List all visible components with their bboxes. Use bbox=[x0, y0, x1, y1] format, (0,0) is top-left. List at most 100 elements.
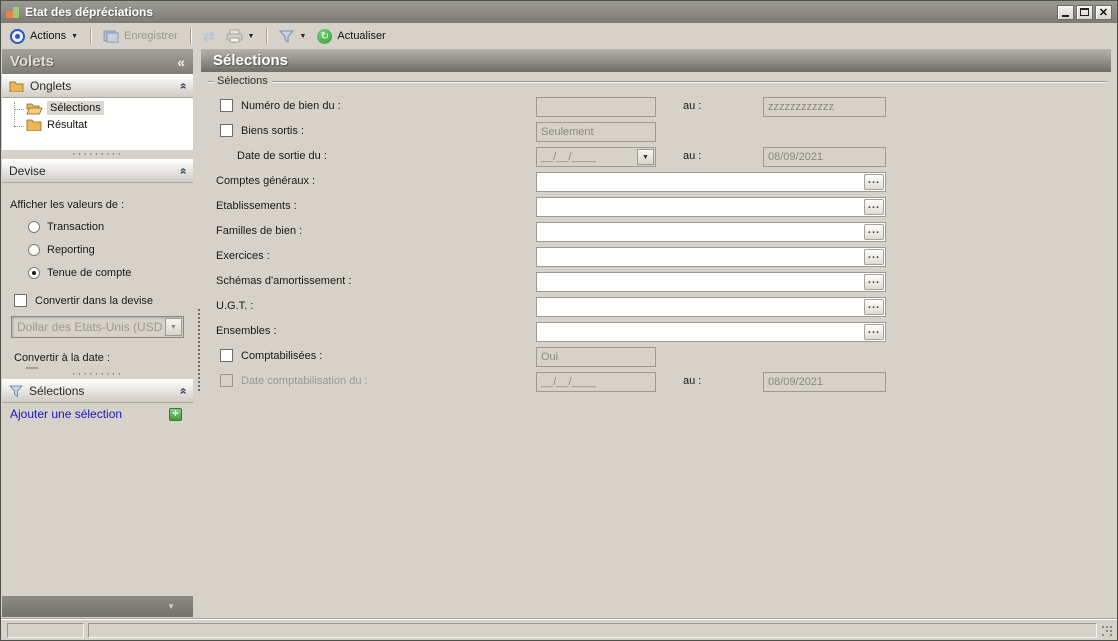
section-header-selections[interactable]: Sélections » bbox=[2, 379, 193, 403]
date-sortie-to-input[interactable] bbox=[763, 147, 886, 167]
print-button[interactable]: ▼ bbox=[223, 27, 258, 45]
horizontal-splitter[interactable]: ········· bbox=[2, 151, 193, 159]
form-row-comptabilisees: Comptabilisées : bbox=[208, 345, 1111, 370]
save-button[interactable]: Enregistrer bbox=[100, 27, 181, 45]
etablissements-browse-button[interactable]: ... bbox=[864, 199, 884, 215]
field-label: Familles de bien : bbox=[216, 225, 302, 237]
field-label: Comptes généraux : bbox=[216, 175, 315, 187]
radio-reporting[interactable]: Reporting bbox=[28, 244, 95, 256]
resize-grip[interactable] bbox=[1102, 624, 1114, 636]
date-comptabilisation-checkbox[interactable] bbox=[220, 374, 233, 387]
sidebar-footer-bar[interactable]: ▼ bbox=[2, 596, 193, 617]
comptabilisees-checkbox[interactable] bbox=[220, 349, 233, 362]
form-row-comptes-generaux: Comptes généraux : ... bbox=[208, 170, 1111, 195]
biens-sortis-input[interactable] bbox=[536, 122, 656, 142]
actualiser-label: Actualiser bbox=[337, 30, 385, 42]
au-label: au : bbox=[683, 150, 701, 162]
familles-bien-input[interactable] bbox=[537, 224, 885, 242]
exercices-input[interactable] bbox=[537, 249, 885, 267]
ugt-input[interactable] bbox=[537, 299, 885, 317]
radio-label: Reporting bbox=[47, 244, 95, 256]
filter-dropdown-icon: ▼ bbox=[299, 33, 306, 40]
toolbar-separator bbox=[266, 27, 267, 45]
collapse-section-icon[interactable]: » bbox=[176, 388, 190, 395]
field-label: U.G.T. : bbox=[216, 300, 253, 312]
field-label: Comptabilisées : bbox=[241, 350, 322, 362]
print-dropdown-icon: ▼ bbox=[248, 33, 255, 40]
radio-label: Transaction bbox=[47, 221, 104, 233]
chevron-down-icon: ▼ bbox=[642, 154, 649, 161]
convert-currency-checkbox[interactable]: Convertir dans la devise bbox=[14, 294, 153, 307]
comptes-generaux-field: ... bbox=[536, 172, 886, 192]
sync-button[interactable]: ⇄ bbox=[200, 26, 218, 47]
app-window: Etat des dépréciations ✕ Actions ▼ Enreg… bbox=[0, 0, 1118, 641]
biens-sortis-checkbox[interactable] bbox=[220, 124, 233, 137]
familles-bien-field: ... bbox=[536, 222, 886, 242]
radio-transaction[interactable]: Transaction bbox=[28, 221, 104, 233]
minimize-button[interactable] bbox=[1057, 5, 1074, 20]
toolbar-separator bbox=[190, 27, 191, 45]
section-header-devise[interactable]: Devise » bbox=[2, 159, 193, 183]
form-row-date-sortie: Date de sortie du : __/__/____ ▼ au : bbox=[208, 145, 1111, 170]
section-header-onglets[interactable]: Onglets » bbox=[2, 74, 193, 98]
currency-select[interactable]: Dollar des Etats-Unis (USD) ▼ bbox=[11, 316, 184, 338]
comptes-generaux-input[interactable] bbox=[537, 174, 885, 192]
date-sortie-combo[interactable]: __/__/____ ▼ bbox=[536, 147, 656, 167]
numero-bien-checkbox[interactable] bbox=[220, 99, 233, 112]
etablissements-input[interactable] bbox=[537, 199, 885, 217]
form-row-biens-sortis: Biens sortis : bbox=[208, 120, 1111, 145]
close-icon: ✕ bbox=[1099, 6, 1108, 19]
collapse-section-icon[interactable]: » bbox=[176, 168, 190, 175]
filter-funnel-icon bbox=[9, 385, 23, 398]
schemas-amortissement-browse-button[interactable]: ... bbox=[864, 274, 884, 290]
actualiser-button[interactable]: ↻ Actualiser bbox=[314, 27, 388, 46]
field-label: Exercices : bbox=[216, 250, 270, 262]
date-comptabilisation-to-input[interactable] bbox=[763, 372, 886, 392]
main-header-title: Sélections bbox=[213, 52, 288, 69]
tree-item-selections[interactable]: Sélections bbox=[26, 101, 104, 115]
save-icon bbox=[103, 29, 119, 43]
window-title: Etat des dépréciations bbox=[25, 5, 153, 19]
maximize-button[interactable] bbox=[1076, 5, 1093, 20]
ensembles-field: ... bbox=[536, 322, 886, 342]
chevron-down-icon: ▼ bbox=[170, 324, 177, 331]
clipped-date-field bbox=[26, 367, 38, 369]
au-label: au : bbox=[683, 375, 701, 387]
groupbox-border bbox=[208, 81, 1108, 82]
ugt-browse-button[interactable]: ... bbox=[864, 299, 884, 315]
numero-bien-to-input[interactable] bbox=[763, 97, 886, 117]
comptes-generaux-browse-button[interactable]: ... bbox=[864, 174, 884, 190]
tree-item-resultat[interactable]: Résultat bbox=[26, 118, 87, 131]
form-row-exercices: Exercices : ... bbox=[208, 245, 1111, 270]
tree-item-label: Résultat bbox=[47, 119, 87, 131]
section-label-devise: Devise bbox=[9, 164, 46, 178]
close-button[interactable]: ✕ bbox=[1095, 5, 1112, 20]
collapse-section-icon[interactable]: » bbox=[176, 83, 190, 90]
field-label: Ensembles : bbox=[216, 325, 277, 337]
exercices-browse-button[interactable]: ... bbox=[864, 249, 884, 265]
onglets-tree: Sélections Résultat bbox=[2, 98, 193, 150]
comptabilisees-input[interactable] bbox=[536, 347, 656, 367]
tree-connector bbox=[14, 126, 24, 127]
horizontal-splitter[interactable]: ········· bbox=[2, 371, 193, 379]
date-comptabilisation-from-input[interactable] bbox=[536, 372, 656, 392]
currency-dropdown-button[interactable]: ▼ bbox=[165, 318, 182, 336]
ensembles-browse-button[interactable]: ... bbox=[864, 324, 884, 340]
checkbox-icon bbox=[14, 294, 27, 307]
filter-button[interactable]: ▼ bbox=[276, 28, 309, 45]
date-sortie-dropdown-button[interactable]: ▼ bbox=[637, 149, 654, 165]
refresh-circle-icon: ↻ bbox=[317, 29, 332, 44]
schemas-amortissement-input[interactable] bbox=[537, 274, 885, 292]
add-selection-link[interactable]: Ajouter une sélection bbox=[10, 407, 122, 421]
folder-icon bbox=[26, 118, 43, 131]
radio-icon bbox=[28, 244, 40, 256]
numero-bien-from-input[interactable] bbox=[536, 97, 656, 117]
minimize-icon bbox=[1062, 15, 1069, 17]
radio-tenue-de-compte[interactable]: Tenue de compte bbox=[28, 267, 131, 279]
collapse-sidebar-icon[interactable]: « bbox=[177, 54, 185, 70]
familles-bien-browse-button[interactable]: ... bbox=[864, 224, 884, 240]
ensembles-input[interactable] bbox=[537, 324, 885, 342]
actions-button[interactable]: Actions ▼ bbox=[7, 27, 81, 46]
status-bar bbox=[1, 619, 1117, 640]
add-selection-button[interactable]: + bbox=[169, 408, 182, 421]
